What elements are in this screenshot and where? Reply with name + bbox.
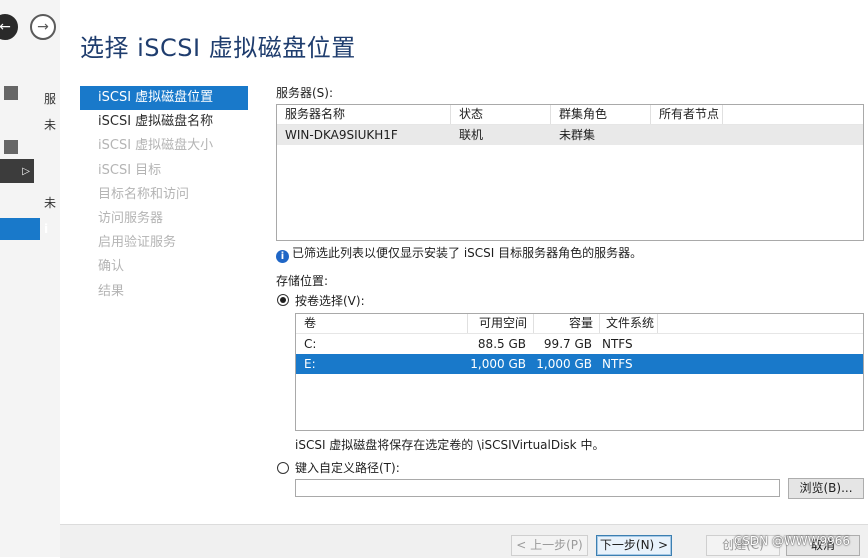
step-item: iSCSI 虚拟磁盘大小 <box>98 138 214 154</box>
volume-fs: NTFS <box>602 357 633 371</box>
save-note: iSCSI 虚拟磁盘将保存在选定卷的 \iSCSIVirtualDisk 中。 <box>295 438 605 452</box>
server-status: 联机 <box>459 128 484 142</box>
custom-path-label[interactable]: 键入自定义路径(T): <box>295 459 400 476</box>
step-item: 启用验证服务 <box>98 235 177 251</box>
background-label: 服 <box>44 92 57 106</box>
watermark: CSDN @WWW9966 <box>733 534 850 548</box>
background-selected-item[interactable] <box>0 218 40 240</box>
volume-free: 88.5 GB <box>477 337 526 351</box>
table-row[interactable]: C: 88.5 GB 99.7 GB NTFS <box>296 334 863 354</box>
server-list[interactable]: 服务器名称 状态 群集角色 所有者节点 WIN-DKA9SIUKH1F 联机 未… <box>276 104 864 241</box>
server-list-header: 服务器名称 状态 群集角色 所有者节点 <box>277 105 863 125</box>
table-row[interactable]: WIN-DKA9SIUKH1F 联机 未群集 <box>277 125 863 145</box>
column-header[interactable]: 卷 <box>296 314 468 333</box>
column-header[interactable]: 所有者节点 <box>651 105 723 124</box>
volume-list[interactable]: 卷 可用空间 容量 文件系统 C: 88.5 GB 99.7 GB NTFS E… <box>295 313 864 431</box>
column-header[interactable]: 容量 <box>534 314 600 333</box>
storage-label: 存储位置: <box>276 274 329 288</box>
background-label: 未 <box>44 196 57 210</box>
volume-fs: NTFS <box>602 337 633 351</box>
server-icon <box>4 140 18 154</box>
browse-button[interactable]: 浏览(B)... <box>788 478 864 499</box>
volume-list-header: 卷 可用空间 容量 文件系统 <box>296 314 863 334</box>
filter-info-text: 已筛选此列表以便仅显示安装了 iSCSI 目标服务器角色的服务器。 <box>292 246 643 260</box>
volume-name: E: <box>304 357 316 371</box>
table-row[interactable]: E: 1,000 GB 1,000 GB NTFS <box>296 354 863 374</box>
filter-info: i 已筛选此列表以便仅显示安装了 iSCSI 目标服务器角色的服务器。 <box>276 244 642 263</box>
volume-name: C: <box>304 337 317 351</box>
cluster-role: 未群集 <box>559 128 596 142</box>
server-label: 服务器(S): <box>276 86 334 100</box>
volume-free: 1,000 GB <box>470 357 526 371</box>
background-nav-pane: ← → ▷ 服 未 未 i <box>0 0 61 557</box>
volume-capacity: 1,000 GB <box>536 357 592 371</box>
expand-arrow-icon[interactable]: ▷ <box>0 159 34 183</box>
background-label: i <box>44 222 49 236</box>
column-header[interactable]: 群集角色 <box>551 105 651 124</box>
by-volume-label[interactable]: 按卷选择(V): <box>295 292 365 309</box>
step-item[interactable]: iSCSI 虚拟磁盘位置 <box>80 86 248 111</box>
forward-arrow-icon[interactable]: → <box>30 14 56 40</box>
wizard-dialog: 选择 iSCSI 虚拟磁盘位置 iSCSI 虚拟磁盘位置 iSCSI 虚拟磁盘名… <box>60 0 868 558</box>
volume-capacity: 99.7 GB <box>543 337 592 351</box>
custom-path-input[interactable] <box>295 479 780 497</box>
step-item: 目标名称和访问 <box>98 186 190 202</box>
step-item: iSCSI 目标 <box>98 162 162 178</box>
column-header[interactable]: 文件系统 <box>600 314 658 333</box>
info-icon: i <box>276 250 289 263</box>
prev-button[interactable]: < 上一步(P) <box>511 535 588 556</box>
owner-node <box>651 125 723 145</box>
custom-path-radio[interactable] <box>277 462 289 474</box>
server-name: WIN-DKA9SIUKH1F <box>285 128 398 142</box>
server-icon <box>4 86 18 100</box>
step-item[interactable]: iSCSI 虚拟磁盘名称 <box>80 110 248 134</box>
next-button[interactable]: 下一步(N) > <box>596 535 672 556</box>
wizard-steps: iSCSI 虚拟磁盘位置 iSCSI 虚拟磁盘名称 iSCSI 虚拟磁盘大小 i… <box>80 86 248 304</box>
by-volume-radio[interactable] <box>277 294 289 306</box>
step-item: 确认 <box>98 259 125 275</box>
column-header[interactable]: 服务器名称 <box>277 105 451 124</box>
back-arrow-icon[interactable]: ← <box>0 14 18 40</box>
column-header[interactable]: 可用空间 <box>468 314 534 333</box>
step-item: 访问服务器 <box>98 210 164 226</box>
column-header[interactable]: 状态 <box>451 105 551 124</box>
page-title: 选择 iSCSI 虚拟磁盘位置 <box>80 34 356 62</box>
background-label: 未 <box>44 118 57 132</box>
step-item: 结果 <box>98 283 125 299</box>
